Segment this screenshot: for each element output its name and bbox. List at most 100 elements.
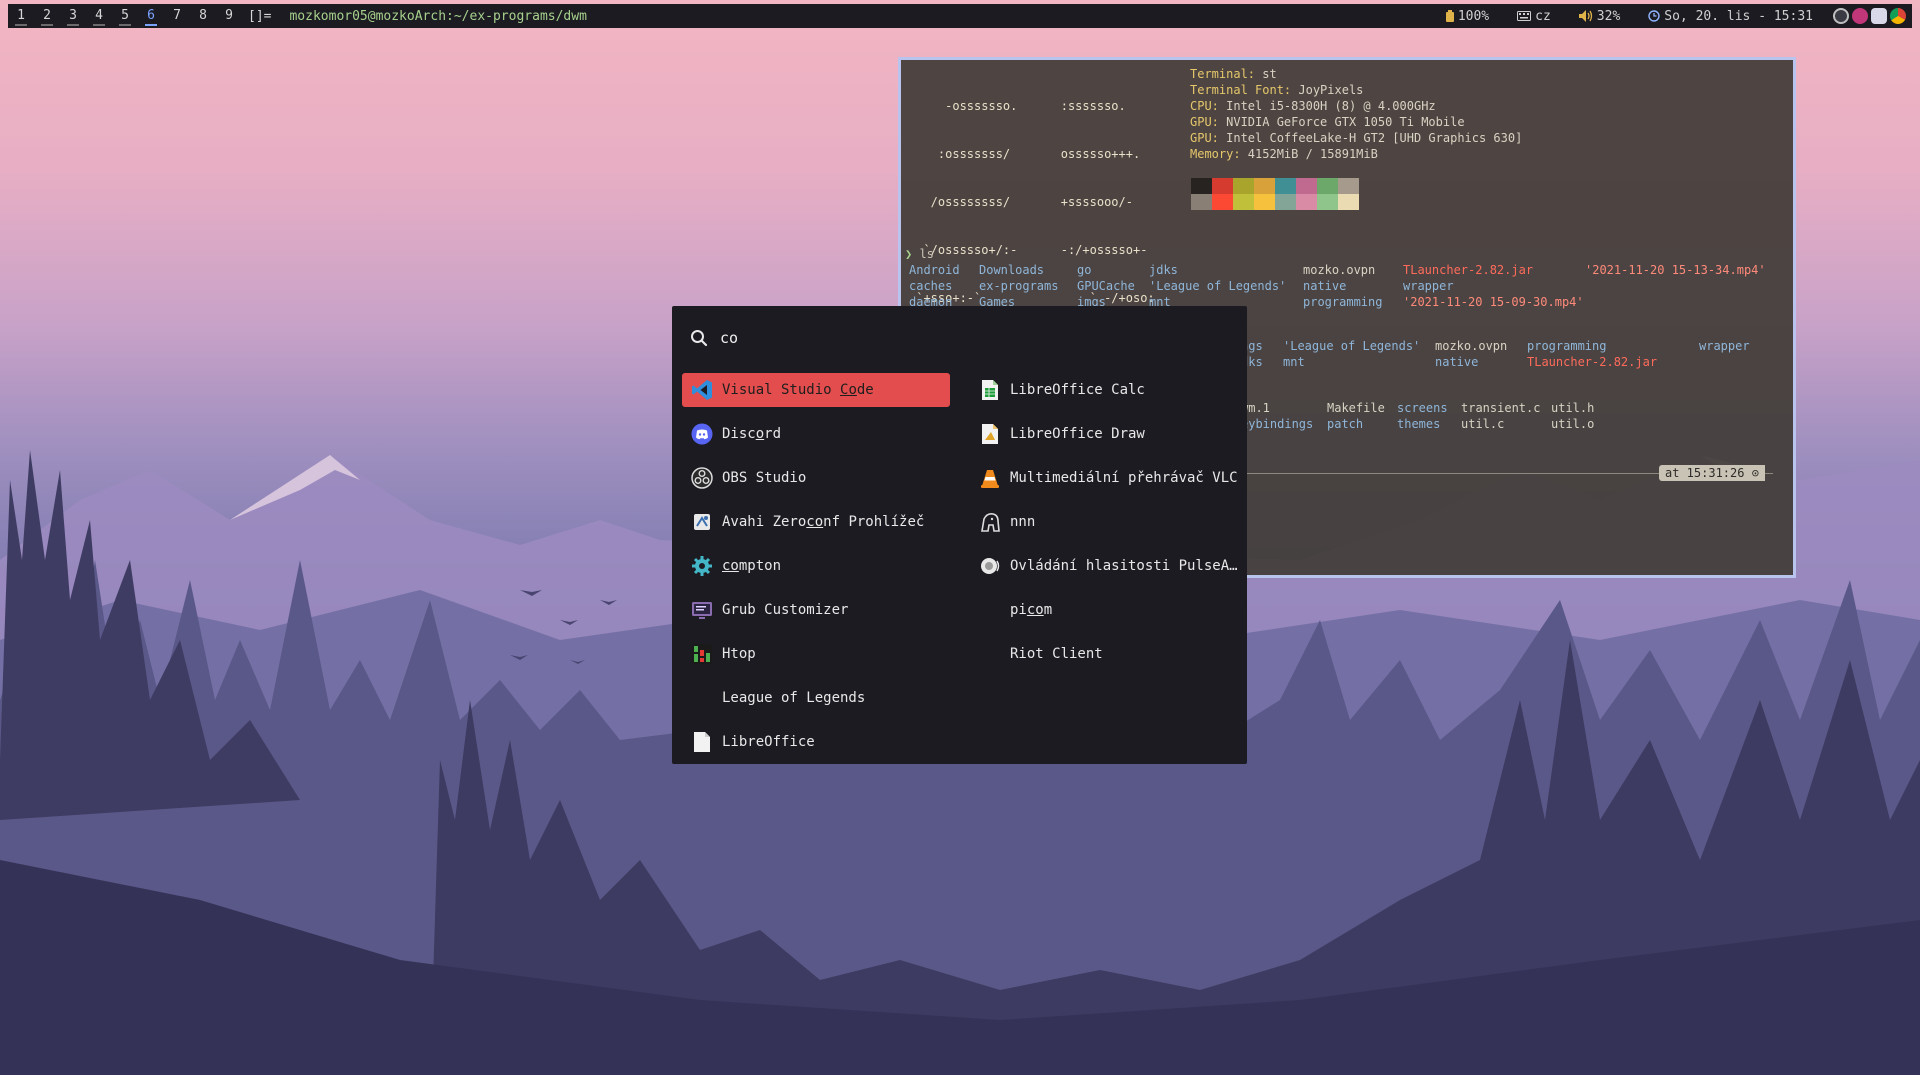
launcher-item-obs-studio[interactable]: OBS Studio (682, 461, 950, 495)
prompt-arrow-icon: ❯ (905, 247, 920, 261)
system-tray (1833, 8, 1906, 24)
ls-entry: mnt (1283, 355, 1305, 369)
launcher-item-ovl-d-n-hlasitosti-pulsea[interactable]: Ovládání hlasitosti PulseA… (970, 549, 1238, 583)
launcher-item-libreoffice[interactable]: LibreOffice (682, 725, 950, 759)
battery-icon (1445, 10, 1454, 22)
keyboard-status: cz (1517, 9, 1551, 24)
volume-status[interactable]: 32% (1578, 8, 1621, 24)
launcher-item-nnn[interactable]: nnn (970, 505, 1238, 539)
palette-swatch (1191, 194, 1212, 210)
palette-swatch (1254, 178, 1275, 194)
color-palette (1191, 178, 1359, 210)
tag-3[interactable]: 3 (60, 4, 86, 28)
info-key: CPU: (1190, 99, 1227, 113)
ls-entry: transient.c (1461, 401, 1541, 415)
launcher-item-discord[interactable]: Discord (682, 417, 950, 451)
ls-row: ngs 'League of Legends' mozko.ovpn programm… (1241, 338, 1793, 354)
palette-swatch (1296, 178, 1317, 194)
app-launcher: Visual Studio Code Discord OBS Studio Avahi… (672, 306, 1247, 764)
info-value: Intel i5-8300H (8) @ 4.000GHz (1226, 99, 1436, 113)
vscode-icon (690, 378, 714, 402)
ls-entry: GPUCache (1077, 279, 1135, 293)
tag-8[interactable]: 8 (190, 4, 216, 28)
ls-entry: themes (1397, 417, 1441, 431)
info-row: Memory: 4152MiB / 15891MiB (1190, 146, 1522, 162)
ls-entry: native (1435, 355, 1479, 369)
launcher-search-input[interactable] (720, 329, 1200, 347)
grub-icon (690, 598, 714, 622)
system-info: Terminal: st Terminal Font: JoyPixels CPU:… (1190, 66, 1522, 162)
launcher-item-label: nnn (1010, 514, 1036, 530)
ls-entry: ex-programs (979, 279, 1059, 293)
launcher-item-visual-studio-code[interactable]: Visual Studio Code (682, 373, 950, 407)
app-tray-icon[interactable] (1852, 8, 1868, 24)
tag-5[interactable]: 5 (112, 4, 138, 28)
ls-entry: TLauncher-2.82.jar (1527, 355, 1658, 369)
obs-icon (690, 466, 714, 490)
palette-swatch (1233, 194, 1254, 210)
info-value: NVIDIA GeForce GTX 1050 Ti Mobile (1226, 115, 1465, 129)
tag-7[interactable]: 7 (164, 4, 190, 28)
palette-swatch (1254, 194, 1275, 210)
ls-entry: TLauncher-2.82.jar (1403, 263, 1534, 277)
launcher-item-libreoffice-calc[interactable]: LibreOffice Calc (970, 373, 1238, 407)
ls-output-partial: ngs 'League of Legends' mozko.ovpn programm… (1241, 338, 1793, 370)
launcher-item-grub-customizer[interactable]: Grub Customizer (682, 593, 950, 627)
tag-1[interactable]: 1 (8, 4, 34, 28)
network-tray-icon[interactable] (1833, 8, 1849, 24)
launcher-item-libreoffice-draw[interactable]: LibreOffice Draw (970, 417, 1238, 451)
calc-icon (978, 378, 1002, 402)
discord-icon (690, 422, 714, 446)
launcher-item-picom[interactable]: picom (970, 593, 1238, 627)
logo-line: /ossssssss/ +ssssooo/- (909, 195, 1133, 209)
info-row: Terminal: st (1190, 66, 1522, 82)
pulseaudio-icon (978, 554, 1002, 578)
ls-entry: wrapper (1403, 279, 1454, 293)
info-row: GPU: NVIDIA GeForce GTX 1050 Ti Mobile (1190, 114, 1522, 130)
ls-entry: wm.1 (1241, 401, 1270, 415)
ls-entry: screens (1397, 401, 1448, 415)
launcher-item-compton[interactable]: compton (682, 549, 950, 583)
ls-entry: mozko.ovpn (1435, 339, 1508, 353)
tag-2[interactable]: 2 (34, 4, 60, 28)
launcher-item-label: Multimediální přehrávač VLC (1010, 470, 1238, 486)
info-value: 4152MiB / 15891MiB (1247, 147, 1378, 161)
launcher-item-label: League of Legends (722, 690, 866, 706)
blank-icon (690, 686, 714, 710)
workspace-tags: 1 2 3 4 5 6 7 8 9 (8, 4, 242, 28)
palette-swatch (1296, 194, 1317, 210)
ls-entry: util.h (1551, 401, 1595, 415)
discord-tray-icon[interactable] (1871, 8, 1887, 24)
ls-row: eybindings patch themes util.c util.o (1241, 416, 1621, 432)
chrome-tray-icon[interactable] (1890, 8, 1906, 24)
ls-entry: go (1077, 263, 1092, 277)
launcher-item-htop[interactable]: Htop (682, 637, 950, 671)
layout-indicator[interactable]: []= (248, 9, 271, 24)
ls-entry: ngs (1241, 339, 1263, 353)
launcher-item-label: Visual Studio Code (722, 382, 874, 398)
volume-level: 32% (1596, 8, 1621, 24)
palette-swatch (1275, 178, 1296, 194)
ls-row: wm.1 Makefile screens transient.c util.h (1241, 400, 1621, 416)
speaker-icon (1578, 10, 1593, 22)
battery-level: 100% (1457, 8, 1490, 24)
tag-9[interactable]: 9 (216, 4, 242, 28)
battery-status: 100% (1445, 8, 1490, 24)
ls-entry: dks (1241, 355, 1263, 369)
launcher-item-league-of-legends[interactable]: League of Legends (682, 681, 950, 715)
tag-6[interactable]: 6 (138, 4, 164, 28)
launcher-item-label: compton (722, 558, 782, 574)
ls-row: Android Downloads go jdks mozko.ovpn TLaunche… (909, 262, 1793, 278)
launcher-item-avahi-zeroconf-prohl-e[interactable]: Avahi Zeroconf Prohlížeč (682, 505, 950, 539)
tag-4[interactable]: 4 (86, 4, 112, 28)
palette-swatch (1275, 194, 1296, 210)
launcher-item-multimedi-ln-p-ehr-va-vlc[interactable]: Multimediální přehrávač VLC (970, 461, 1238, 495)
launcher-item-riot-client[interactable]: Riot Client (970, 637, 1238, 671)
window-title: mozkomor05@mozkoArch:~/ex-programs/dwm (289, 8, 587, 24)
info-value: Intel CoffeeLake-H GT2 [UHD Graphics 630… (1226, 131, 1523, 145)
info-key: Terminal Font: (1190, 83, 1299, 97)
ls-entry: '2021-11-20 15-09-30.mp4' (1403, 295, 1584, 309)
libreoffice-icon (690, 730, 714, 754)
palette-swatch (1317, 178, 1338, 194)
draw-icon (978, 422, 1002, 446)
